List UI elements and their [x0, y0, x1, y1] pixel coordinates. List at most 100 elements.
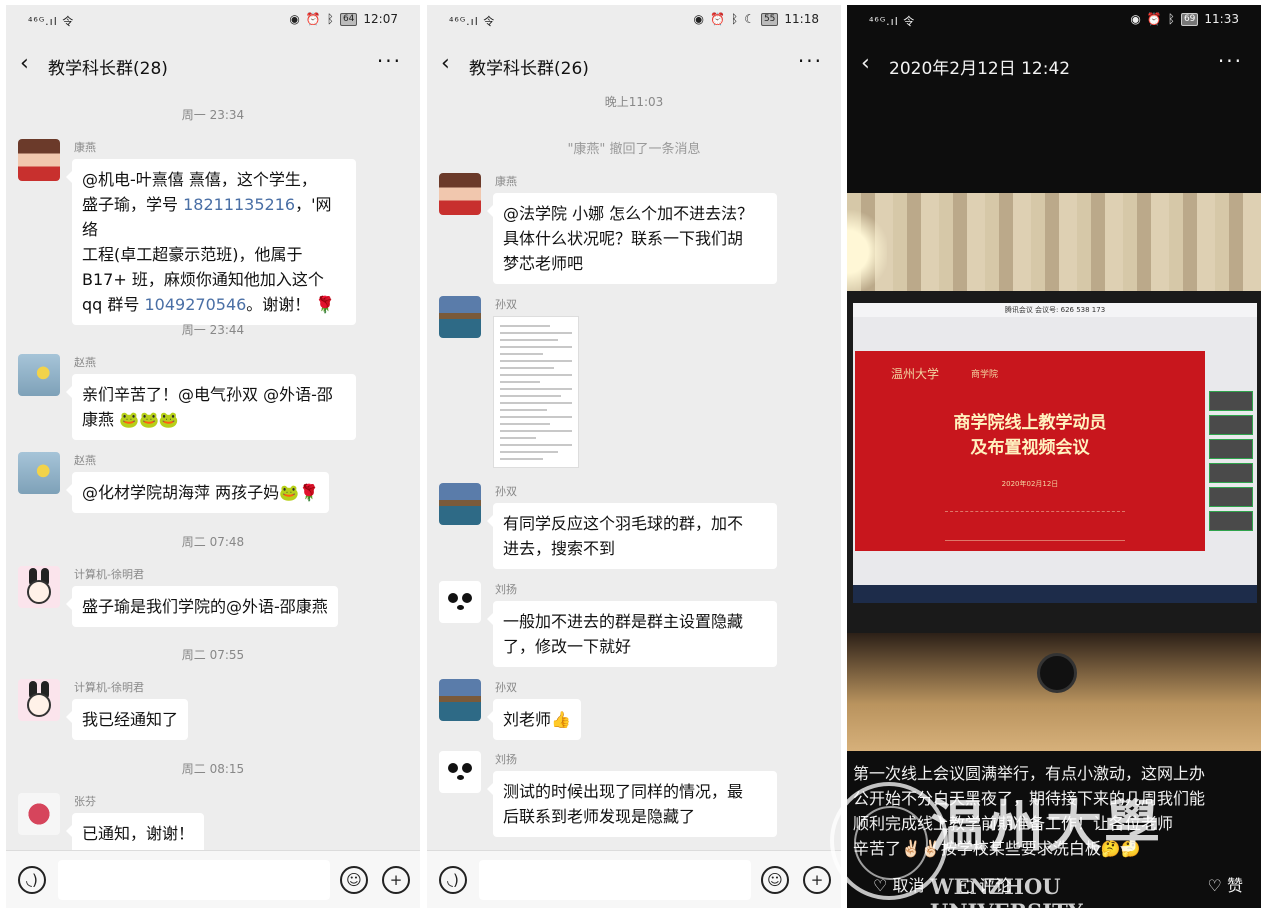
clock-time: 12:07: [363, 12, 398, 26]
chat-screen-1: ⁴⁶ᴳ.ıl 令 ◉ ⏰ ᛒ 64 12:07 ‹ 教学科长群(28) ··· …: [6, 5, 420, 908]
sender-name: 赵燕: [74, 356, 96, 369]
avatar[interactable]: [439, 483, 481, 525]
avatar[interactable]: [439, 751, 481, 793]
participant-thumbnails: [1209, 391, 1253, 541]
emoji-icon[interactable]: ☺: [761, 866, 789, 894]
message-bubble[interactable]: @机电-叶熹僖 熹僖，这个学生， 盛子瑜，学号 18211135216，'网络 …: [66, 159, 356, 325]
message-bubble[interactable]: @法学院 小娜 怎么个加不进去法？ 具体什么状况呢？联系一下我们胡 梦芯老师吧: [487, 193, 777, 284]
message-item: 张芬 已通知，谢谢！: [18, 793, 400, 858]
plus-icon[interactable]: +: [382, 866, 410, 894]
status-bar: ⁴⁶ᴳ.ıl 令 ◉ ⏰ ᛒ ☾ 55 11:18: [427, 5, 841, 35]
avatar[interactable]: [18, 354, 60, 396]
alarm-icon: ⏰: [305, 12, 321, 26]
message-bubble[interactable]: 有同学反应这个羽毛球的群，加不 进去，搜索不到: [487, 503, 777, 569]
message-item: 计算机-徐明君 我已经通知了: [18, 679, 400, 744]
message-bubble[interactable]: 盛子瑜是我们学院的@外语-邵康燕: [66, 586, 338, 627]
comment-label: 评论: [979, 876, 1012, 895]
eye-icon: ◉: [289, 12, 300, 26]
message-item: 刘扬 测试的时候出现了同样的情况，最 后联系到老师发现是隐藏了: [439, 751, 821, 839]
timestamp: 周二 07:55: [181, 648, 245, 662]
comment-button[interactable]: ▢ 评论: [959, 872, 1011, 896]
slide-dept: 商学院: [971, 370, 999, 380]
sender-name: 孙双: [495, 681, 517, 694]
avatar[interactable]: [18, 452, 60, 494]
avatar[interactable]: [18, 566, 60, 608]
back-arrow-icon[interactable]: ‹: [441, 51, 450, 77]
panda-nose-icon: [457, 605, 464, 610]
meeting-photo[interactable]: 腾讯会议 会议号: 626 538 173 温州大学 商学院 商学院线上教学动员…: [847, 193, 1261, 751]
panda-eye-icon: [462, 763, 472, 773]
wallpaper: [847, 193, 1261, 291]
desk: [847, 633, 1261, 751]
slide-title-line: 及布置视频会议: [970, 438, 1090, 458]
message-line: 我已经通知了: [82, 710, 179, 729]
signal-icon: ⁴⁶ᴳ.ıl 令: [28, 15, 75, 28]
more-icon[interactable]: ···: [377, 49, 402, 73]
avatar[interactable]: [439, 173, 481, 215]
recall-notice: "康燕" 撤回了一条消息: [567, 142, 701, 157]
back-arrow-icon[interactable]: ‹: [861, 51, 870, 77]
avatar[interactable]: [18, 679, 60, 721]
caption-line: 顺利完成线上教学前期准备工作！让各位老师: [853, 814, 1174, 833]
sender-name: 孙双: [495, 298, 517, 311]
more-icon[interactable]: ···: [798, 49, 823, 73]
message-line: 梦芯老师吧: [503, 254, 584, 273]
cancel-like-button[interactable]: ♡ 取消: [873, 872, 924, 896]
moon-icon: ☾: [744, 12, 755, 26]
slide-date: 2020年02月12日: [1001, 480, 1059, 488]
taskbar: [853, 585, 1257, 603]
slide-title: 商学院线上教学动员 及布置视频会议: [855, 411, 1205, 461]
message-bubble[interactable]: 一般加不进去的群是群主设置隐藏 了，修改一下就好: [487, 601, 777, 667]
message-line: 测试的时候出现了同样的情况，最: [503, 782, 744, 801]
avatar[interactable]: [439, 581, 481, 623]
avatar[interactable]: [18, 139, 60, 181]
avatar[interactable]: [439, 679, 481, 721]
sender-name: 刘扬: [495, 753, 517, 766]
meeting-title-bar: 腾讯会议 会议号: 626 538 173: [853, 303, 1257, 317]
like-button[interactable]: ♡ 赞: [1208, 872, 1243, 896]
back-arrow-icon[interactable]: ‹: [20, 51, 29, 77]
avatar[interactable]: [18, 793, 60, 835]
voice-icon[interactable]: ◟): [439, 866, 467, 894]
message-input[interactable]: [479, 860, 751, 900]
message-bubble[interactable]: @化材学院胡海萍 两孩子妈🐸🌹: [66, 472, 329, 513]
sender-name: 赵燕: [74, 454, 96, 467]
more-icon[interactable]: ···: [1218, 49, 1243, 73]
message-bubble[interactable]: 我已经通知了: [65, 699, 189, 740]
message-line: @法学院 小娜 怎么个加不进去法？: [503, 204, 754, 223]
message-item: 计算机-徐明君 盛子瑜是我们学院的@外语-邵康燕: [18, 566, 400, 631]
chat-title: 教学科长群(28): [48, 59, 168, 79]
image-message-thumbnail[interactable]: [493, 316, 579, 468]
chat-header: ‹ 教学科长群(26) ···: [427, 39, 841, 91]
post-caption: 第一次线上会议圆满举行，有点小激动，这网上办 公开始不分白天黑夜了，期待接下来的…: [853, 761, 1255, 861]
alarm-icon: ⏰: [710, 12, 725, 26]
message-line: B17+ 班，麻烦你通知他加入这个: [82, 270, 324, 289]
sender-name: 孙双: [495, 485, 517, 498]
message-bubble[interactable]: 亲们辛苦了！@电气孙双 @外语-邵 康燕 🐸🐸🐸: [66, 374, 356, 440]
clock-time: 11:33: [1204, 12, 1239, 26]
skyline-drawing: [945, 511, 1125, 541]
message-bubble[interactable]: 已通知，谢谢！: [65, 813, 205, 854]
voice-icon[interactable]: ◟): [18, 866, 46, 894]
bluetooth-icon: ᛒ: [1167, 12, 1175, 26]
chat-header: ‹ 教学科长群(28) ···: [6, 39, 420, 91]
timestamp: 周一 23:34: [181, 108, 245, 122]
input-bar: ◟) ☺ +: [6, 850, 420, 908]
message-line: 具体什么状况呢？联系一下我们胡: [503, 229, 744, 248]
viewer-header: ‹ 2020年2月12日 12:42 ···: [847, 39, 1261, 91]
message-bubble[interactable]: 测试的时候出现了同样的情况，最 后联系到老师发现是隐藏了: [487, 771, 777, 837]
bluetooth-icon: ᛒ: [326, 12, 334, 26]
sender-name: 康燕: [495, 175, 517, 188]
avatar[interactable]: [439, 296, 481, 338]
alarm-icon: ⏰: [1146, 12, 1162, 26]
moments-photo-viewer: ⁴⁶ᴳ.ıl 令 ◉ ⏰ ᛒ 69 11:33 ‹ 2020年2月12日 12:…: [847, 5, 1261, 908]
message-bubble[interactable]: 刘老师👍: [487, 699, 581, 740]
panda-nose-icon: [457, 775, 464, 780]
emoji-icon[interactable]: ☺: [340, 866, 368, 894]
caption-line: 公开始不分白天黑夜了，期待接下来的几周我们能: [853, 789, 1206, 808]
message-line: 刘老师👍: [503, 710, 571, 729]
message-input[interactable]: [58, 860, 330, 900]
camera-icon: [1037, 653, 1077, 693]
sender-name: 计算机-徐明君: [74, 681, 144, 694]
plus-icon[interactable]: +: [803, 866, 831, 894]
